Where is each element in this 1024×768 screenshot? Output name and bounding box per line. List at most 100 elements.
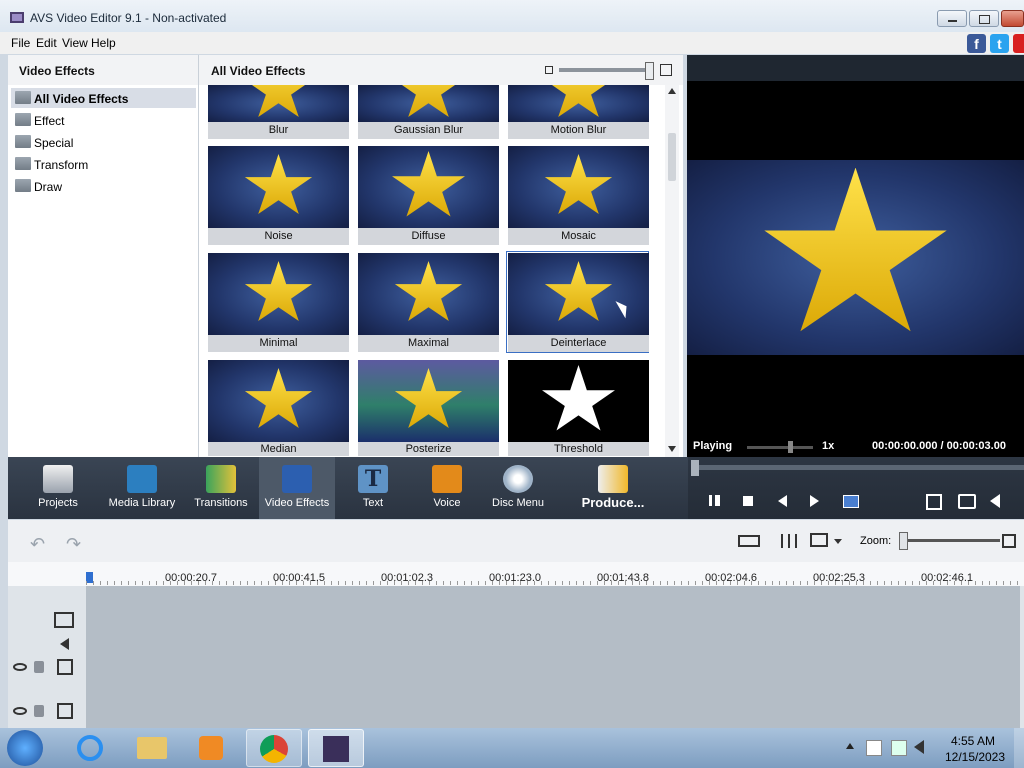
media-library-button[interactable]: Media Library	[102, 457, 182, 519]
show-desktop-button[interactable]	[1014, 728, 1024, 768]
effect-thumb-motion-blur[interactable]	[508, 85, 649, 122]
effect-label: Noise	[208, 228, 349, 245]
effect-thumb-posterize[interactable]	[358, 360, 499, 442]
maximize-button[interactable]	[969, 10, 999, 27]
lock-icon[interactable]	[34, 705, 44, 717]
avs-editor-taskbar-icon[interactable]	[308, 729, 364, 767]
zoom-handle[interactable]	[899, 532, 908, 550]
audio-mixer-icon[interactable]	[778, 532, 800, 550]
scroll-up-icon[interactable]	[668, 88, 676, 94]
eye-icon[interactable]	[13, 663, 27, 671]
speaker-muted-icon[interactable]	[914, 740, 924, 754]
youtube-icon[interactable]	[1013, 34, 1024, 53]
effect-thumb-minimal[interactable]	[208, 253, 349, 335]
category-special[interactable]: Special	[11, 132, 196, 152]
menu-edit[interactable]: Edit	[36, 36, 57, 50]
menu-view[interactable]: View	[62, 36, 88, 50]
volume-icon[interactable]	[990, 494, 1000, 508]
effect-thumb-median[interactable]	[208, 360, 349, 442]
previous-frame-icon[interactable]	[778, 495, 787, 507]
split-clip-icon[interactable]	[738, 535, 760, 547]
effect-thumb-mosaic[interactable]	[508, 146, 649, 228]
folder-icon	[15, 135, 31, 148]
timeline-tracks[interactable]	[86, 586, 1020, 728]
voice-button[interactable]: Voice	[412, 457, 482, 519]
playback-handle[interactable]	[691, 460, 699, 476]
twitter-icon[interactable]: t	[990, 34, 1009, 53]
text-button[interactable]: T Text	[338, 457, 408, 519]
menu-file[interactable]: File	[11, 36, 30, 50]
effect-thumb-diffuse[interactable]	[358, 146, 499, 228]
playback-progress[interactable]	[694, 465, 1024, 470]
lock-icon[interactable]	[34, 661, 44, 673]
chrome-icon[interactable]	[246, 729, 302, 767]
category-all-video-effects[interactable]: All Video Effects	[11, 88, 196, 108]
disc-menu-button[interactable]: Disc Menu	[482, 457, 554, 519]
player-controls	[688, 457, 1024, 519]
fullscreen-icon[interactable]	[926, 494, 942, 510]
media-player-icon[interactable]	[183, 729, 239, 767]
scroll-down-icon[interactable]	[668, 446, 676, 452]
pause-icon[interactable]	[709, 495, 715, 506]
video-effects-button[interactable]: Video Effects	[259, 457, 335, 519]
thumb-size-handle[interactable]	[645, 62, 654, 80]
menu-bar: File Edit View Help	[0, 32, 1024, 54]
redo-icon[interactable]: ↷	[66, 534, 81, 555]
preview-panel	[687, 55, 1024, 457]
thumb-size-slider[interactable]	[559, 68, 651, 72]
effect-thumb-blur[interactable]	[208, 85, 349, 122]
show-hidden-icons[interactable]	[846, 743, 854, 749]
effect-thumb-noise[interactable]	[208, 146, 349, 228]
fit-to-window-icon[interactable]	[1002, 534, 1016, 548]
speed-slider[interactable]	[747, 446, 813, 449]
file-explorer-icon[interactable]	[124, 729, 180, 767]
minimize-button[interactable]	[937, 10, 967, 27]
chevron-down-icon[interactable]	[834, 539, 842, 544]
zoom-label: Zoom:	[860, 535, 892, 547]
film-library-icon	[127, 465, 157, 493]
stop-icon[interactable]	[743, 496, 753, 506]
display-mode-icon[interactable]	[810, 533, 828, 547]
large-thumb-icon[interactable]	[660, 64, 672, 76]
speed-value: 1x	[822, 440, 835, 452]
facebook-icon[interactable]: f	[967, 34, 986, 53]
next-frame-icon[interactable]	[810, 495, 819, 507]
close-button[interactable]	[1001, 10, 1024, 27]
ruler-ticks	[86, 581, 1020, 585]
clock-date[interactable]: 12/15/2023	[942, 750, 1008, 764]
clock-time[interactable]: 4:55 AM	[950, 734, 996, 748]
effect-label: Blur	[208, 122, 349, 139]
projects-button[interactable]: Projects	[16, 457, 100, 519]
category-transform[interactable]: Transform	[11, 154, 196, 174]
internet-explorer-icon[interactable]	[62, 729, 118, 767]
category-draw[interactable]: Draw	[11, 176, 196, 196]
effect-label: Median	[208, 442, 349, 456]
effect-thumb-threshold[interactable]	[508, 360, 649, 442]
effect-thumb-deinterlace[interactable]	[508, 253, 649, 335]
snapshot-camera-icon[interactable]	[958, 494, 976, 509]
effects-track-icon	[57, 659, 73, 675]
split-icon[interactable]	[843, 495, 859, 508]
menu-help[interactable]: Help	[91, 36, 116, 50]
folder-icon	[15, 157, 31, 170]
grid-scroll-thumb[interactable]	[668, 133, 676, 181]
produce-button[interactable]: Produce...	[572, 457, 654, 519]
track-headers	[8, 586, 86, 728]
zoom-slider[interactable]	[902, 539, 1000, 542]
effect-label: Minimal	[208, 335, 349, 352]
action-center-icon[interactable]	[866, 740, 882, 756]
speed-handle[interactable]	[788, 441, 793, 453]
player-status-bar: Playing 1x 00:00:00.000 / 00:00:03.00	[687, 437, 1024, 457]
effect-label: Mosaic	[508, 228, 649, 245]
timeline-scrollbar[interactable]	[1020, 586, 1024, 728]
eye-icon[interactable]	[13, 707, 27, 715]
transitions-button[interactable]: Transitions	[184, 457, 258, 519]
category-effect[interactable]: Effect	[11, 110, 196, 130]
network-icon[interactable]	[891, 740, 907, 756]
start-button[interactable]	[7, 730, 43, 766]
effect-thumb-maximal[interactable]	[358, 253, 499, 335]
undo-icon[interactable]: ↶	[30, 534, 45, 555]
effect-thumb-gaussian-blur[interactable]	[358, 85, 499, 122]
small-thumb-icon[interactable]	[545, 66, 553, 74]
folder-icon	[15, 113, 31, 126]
